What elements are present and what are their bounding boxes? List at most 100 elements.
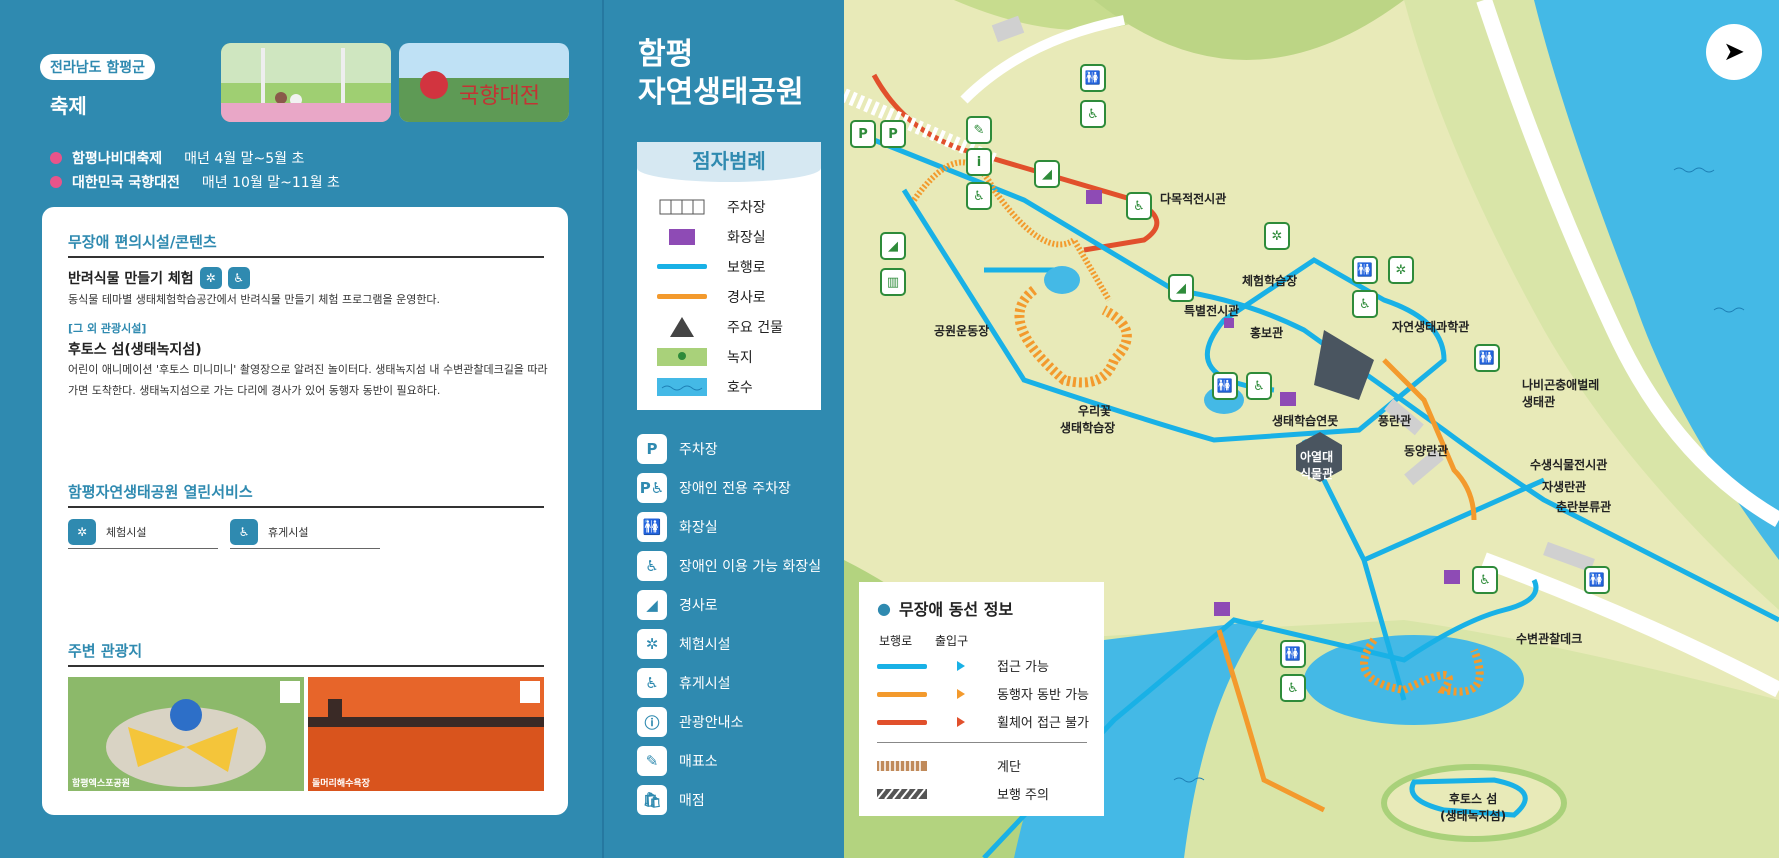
route-col-walkway: 보행로: [879, 634, 913, 648]
ticket-icon: ✎: [637, 746, 667, 776]
legend-ramp: 경사로: [637, 282, 821, 312]
label-chehum: 체험학습장: [1242, 274, 1298, 288]
map-rest-icon-3: ♿: [1472, 566, 1498, 594]
label-subyeon: 수변관찰데크: [1516, 632, 1583, 646]
label-hongbo: 홍보관: [1250, 326, 1284, 340]
label-gongwon: 공원운동장: [934, 324, 990, 338]
festival-row-1: 함평나비대축제 매년 4월 말~5월 초: [50, 148, 304, 168]
info-icon: ⓘ: [637, 707, 667, 737]
map-accessible-toilet-icon: ♿: [1080, 100, 1106, 128]
map-disabled-parking-icon: P: [850, 120, 876, 148]
accessible-section-title: 무장애 편의시설/콘텐츠: [68, 231, 544, 258]
item2-desc: 어린이 애니메이션 '후토스 미니미니' 촬영장으로 알려진 놀이터다. 생태녹…: [68, 363, 548, 397]
icon-legend-experience: ✲ 체험시설: [637, 629, 731, 659]
label-hutos: 후토스 섬 (생태녹지섬): [1440, 792, 1507, 823]
icon-legend-info: ⓘ 관광안내소: [637, 707, 743, 737]
label-urikkot: 우리꽃 생태학습장: [1060, 404, 1116, 435]
label-saengtae-pond: 생태학습연못: [1272, 414, 1339, 428]
flower-icon: [50, 176, 62, 188]
legend-green: 녹지: [637, 342, 821, 372]
festival-photo-2: 국향대전: [399, 43, 569, 122]
ramp-icon: ◢: [637, 590, 667, 620]
route-info-box: ● 무장애 동선 정보 보행로 출입구 접근 가능 동행자 동반 가능 휠체어 …: [859, 582, 1104, 816]
icon-legend-parking: P 주차장: [637, 434, 718, 464]
icon-legend-store: 🛍 매점: [637, 785, 705, 815]
parking-icon: P: [637, 434, 667, 464]
nearby-thumb-1: 함평엑스포공원: [68, 677, 304, 791]
experience-icon: ✲: [199, 267, 222, 289]
service-experience: ✲ 체험시설: [68, 519, 218, 549]
rest-icon: ♿: [230, 519, 258, 545]
nearby-section-title: 주변 관광지: [68, 640, 544, 667]
route-divider: [877, 742, 1087, 743]
label-dongyang: 동양란관: [1404, 444, 1449, 458]
braille-legend: 점자범례 주차장 화장실 보행로 경사로 주요 건물 녹지 호수: [637, 142, 821, 410]
label-nabi: 나비곤충애벌레 생태관: [1522, 378, 1600, 409]
map-ramp-icon: ◢: [880, 232, 906, 260]
park-title: 함평 자연생태공원: [638, 37, 804, 110]
legend-toilet: 화장실: [637, 222, 821, 252]
route-col-entrance: 출입구: [935, 634, 969, 648]
route-info-title: ● 무장애 동선 정보: [877, 598, 1014, 620]
map-experience-icon-2: ✲: [1388, 256, 1414, 284]
services-section-title: 함평자연생태공원 열린서비스: [68, 481, 544, 508]
legend-walkway: 보행로: [637, 252, 821, 282]
icon-legend-ramp: ◢ 경사로: [637, 590, 718, 620]
festival-row-2: 대한민국 국향대전 매년 10월 말~11월 초: [50, 172, 340, 192]
legend-parking: 주차장: [637, 192, 821, 222]
legend-lake: 호수: [637, 372, 821, 402]
map-experience-icon: ✲: [1264, 222, 1290, 250]
rest-icon: ♿: [227, 267, 250, 289]
info-panel: 전라남도 함평군 축제 국향대전 함평나비대축제 매년 4월 말~5월 초 대한…: [0, 0, 602, 858]
experience-icon: ✲: [637, 629, 667, 659]
map-accessible-toilet-icon-2: ♿: [1352, 290, 1378, 318]
map-ramp-icon-2: ◢: [1034, 160, 1060, 188]
location-pin-icon: ●: [877, 598, 891, 618]
label-chunran: 춘란분류관: [1556, 500, 1612, 514]
map-store-icon: ▥: [880, 268, 906, 296]
experience-icon: ✲: [68, 519, 96, 545]
route-row-companion: 동행자 동반 가능: [877, 684, 1089, 703]
map-accessible-toilet-icon-4: ♿: [1280, 674, 1306, 702]
flower-icon: [50, 152, 62, 164]
map-ramp-icon-3: ◢: [1168, 274, 1194, 302]
accessible-toilet-icon: ♿: [637, 551, 667, 581]
route-row-caution: 보행 주의: [877, 784, 1049, 803]
label-dasaek: 다목적전시관: [1160, 192, 1227, 206]
icon-legend-disabled-parking: P♿ 장애인 전용 주차장: [637, 473, 791, 503]
info-card: 무장애 편의시설/콘텐츠 반려식물 만들기 체험 ✲ ♿ 동식물 테마별 생태체…: [42, 207, 568, 815]
disabled-parking-icon: P♿: [637, 473, 667, 503]
item2-title: 후토스 섬(생태녹지섬): [68, 342, 202, 358]
icon-legend-ticket: ✎ 매표소: [637, 746, 718, 776]
map-toilet-icon-4: 🚻: [1474, 344, 1500, 372]
panel-fold: [602, 0, 604, 858]
label-susaeng: 수생식물전시관: [1530, 458, 1608, 472]
nearby-thumb-2: 돌머리해수욕장: [308, 677, 544, 791]
item1-desc: 동식물 테마별 생태체험학습공간에서 반려식물 만들기 체험 프로그램을 운영한…: [68, 293, 441, 306]
route-row-stairs: 계단: [877, 756, 1021, 775]
rest-icon: ♿: [637, 668, 667, 698]
route-row-accessible: 접근 가능: [877, 656, 1049, 675]
label-teukbyeol: 특별전시관: [1184, 304, 1240, 318]
label-punglan: 풍란관: [1378, 414, 1412, 428]
icon-legend-accessible-toilet: ♿ 장애인 이용 가능 화장실: [637, 551, 821, 581]
route-row-no-wheelchair: 휠체어 접근 불가: [877, 712, 1089, 731]
toilet-icon: 🚻: [637, 512, 667, 542]
region-badge: 전라남도 함평군: [40, 54, 156, 80]
map-toilet-icon-5: 🚻: [1584, 566, 1610, 594]
item1-title: 반려식물 만들기 체험 ✲ ♿: [68, 267, 250, 289]
compass-icon: ➤: [1706, 24, 1762, 80]
map-rest-icon-2: ♿: [1126, 192, 1152, 220]
store-icon: 🛍: [637, 785, 667, 815]
map-ticket-icon: ✎: [966, 116, 992, 144]
map-accessible-toilet-icon-3: ♿: [1246, 372, 1272, 400]
legend-title: 점자범례: [637, 142, 821, 182]
map-rest-icon: ♿: [966, 182, 992, 210]
map-toilet-icon-6: 🚻: [1280, 640, 1306, 668]
map-toilet-icon-3: 🚻: [1212, 372, 1238, 400]
map-toilet-icon-2: 🚻: [1352, 256, 1378, 284]
legend-building: 주요 건물: [637, 312, 821, 342]
service-rest: ♿ 휴게시설: [230, 519, 380, 549]
map-info-icon: i: [966, 148, 992, 176]
map-parking-icon: P: [880, 120, 906, 148]
